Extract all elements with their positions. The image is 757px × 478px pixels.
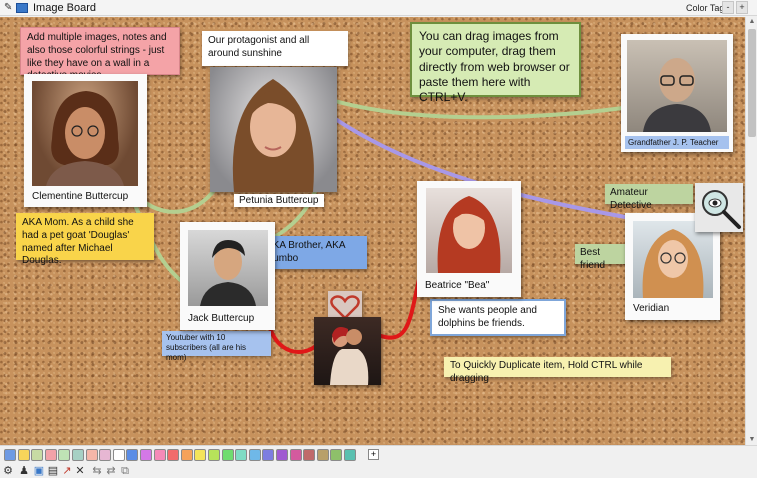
delete-icon[interactable]: ✕ [74, 464, 86, 478]
string-petunia-grandfather[interactable] [326, 97, 632, 120]
note-duplicate-tip[interactable]: To Quickly Duplicate item, Hold CTRL whi… [444, 357, 671, 384]
color-swatch[interactable] [72, 449, 84, 461]
color-swatch[interactable] [208, 449, 220, 461]
color-swatch[interactable] [303, 449, 316, 461]
note-drag-tip[interactable]: You can drag images from your computer, … [410, 22, 581, 104]
string-beatrice-kiss[interactable] [376, 273, 422, 340]
maximize-button[interactable]: + [736, 1, 748, 14]
color-swatch[interactable] [167, 449, 180, 461]
add-color-button[interactable]: + [368, 449, 379, 460]
note-icon[interactable]: ▤ [47, 464, 59, 478]
color-swatch[interactable] [17, 449, 30, 461]
gear-icon[interactable]: ⚙ [2, 464, 14, 478]
app-icon [16, 3, 28, 13]
link-icon[interactable]: ⇆ [91, 464, 103, 478]
color-swatch[interactable] [140, 449, 152, 461]
color-swatch[interactable] [289, 449, 302, 461]
color-swatch[interactable] [330, 449, 343, 461]
caption-jack: Jack Buttercup [188, 313, 255, 324]
image-icon[interactable]: ▣ [33, 464, 45, 478]
minimize-button[interactable]: - [722, 1, 734, 14]
caption-veridian: Veridian [633, 303, 670, 314]
photo-card-jack[interactable]: Jack Buttercup [180, 222, 275, 330]
photo-card-clementine[interactable]: Clementine Buttercup [24, 74, 147, 207]
photo-petunia [210, 67, 337, 192]
color-swatch[interactable] [248, 449, 261, 461]
color-swatch[interactable] [180, 449, 193, 461]
color-swatch[interactable] [235, 449, 248, 461]
note-intro[interactable]: Add multiple images, notes and also thos… [20, 27, 180, 81]
photo-jack [188, 230, 268, 306]
people-icon[interactable]: ♟ [18, 464, 30, 478]
title-bar: ✎ Image Board Color Tag - + [0, 0, 757, 16]
note-protagonist[interactable]: Our protagonist and all around sunshine [202, 31, 348, 66]
color-swatch[interactable] [31, 449, 44, 461]
note-youtuber[interactable]: Youtuber with 10 subscribers (all are hi… [162, 331, 271, 362]
color-palette: + [0, 445, 757, 464]
caption-clementine: Clementine Buttercup [32, 191, 129, 202]
color-swatch[interactable] [44, 449, 57, 461]
string-clementine-petunia[interactable] [138, 183, 220, 214]
photo-card-beatrice[interactable]: Beatrice "Bea" [417, 181, 521, 297]
pin-icon[interactable]: ✎ [4, 2, 12, 13]
color-swatch[interactable] [126, 449, 139, 461]
color-swatch[interactable] [316, 449, 329, 461]
string-icon[interactable]: ↗ [61, 464, 73, 478]
caption-grandfather: Grandfather J. P. Teacher [625, 136, 729, 149]
color-swatch[interactable] [194, 449, 207, 461]
note-aka-brother[interactable]: AKA Brother, AKA Dumbo [260, 236, 367, 269]
color-swatch[interactable] [262, 449, 275, 461]
magnifier-image[interactable] [695, 183, 743, 232]
group-icon[interactable]: ⧉ [119, 464, 131, 478]
scroll-down-icon[interactable]: ▼ [746, 435, 757, 445]
note-amateur-detective[interactable]: Amateur Detective [605, 184, 693, 211]
color-swatch[interactable] [112, 449, 125, 461]
photo-beatrice [426, 188, 512, 273]
vertical-scrollbar[interactable]: ▲ ▼ [745, 17, 757, 445]
bottom-toolbar: ⚙ ♟ ▣ ▤ ↗ ✕ ⇆ ⇄ ⧉ [0, 464, 757, 478]
photo-grandfather [627, 40, 727, 132]
window-title: Image Board [33, 2, 96, 14]
color-swatch[interactable] [344, 449, 356, 461]
photo-clementine [32, 81, 138, 186]
caption-petunia: Petunia Buttercup [234, 194, 324, 207]
color-swatch[interactable] [85, 449, 98, 461]
note-wants[interactable]: She wants people and dolphins be friends… [430, 299, 566, 336]
unlink-icon[interactable]: ⇄ [105, 464, 117, 478]
note-aka-mom[interactable]: AKA Mom. As a child she had a pet goat '… [16, 213, 154, 266]
photo-card-grandfather[interactable]: Grandfather J. P. Teacher [621, 34, 733, 152]
photo-card-petunia[interactable]: Petunia Buttercup [210, 67, 338, 209]
caption-beatrice: Beatrice "Bea" [425, 280, 490, 291]
photo-kiss[interactable] [314, 317, 381, 385]
color-swatch[interactable] [4, 449, 16, 461]
color-swatch[interactable] [58, 449, 71, 461]
color-tag-label[interactable]: Color Tag [686, 3, 724, 13]
scrollbar-thumb[interactable] [748, 29, 756, 137]
scroll-up-icon[interactable]: ▲ [746, 17, 757, 27]
magnifier-icon [702, 190, 741, 229]
color-swatch[interactable] [276, 449, 288, 461]
note-best-friend[interactable]: Best friend [575, 244, 627, 271]
color-swatch[interactable] [221, 449, 234, 461]
cork-board[interactable]: Add multiple images, notes and also thos… [0, 17, 745, 445]
color-swatch[interactable] [99, 449, 112, 461]
color-swatch[interactable] [153, 449, 166, 461]
photo-veridian [633, 221, 713, 298]
